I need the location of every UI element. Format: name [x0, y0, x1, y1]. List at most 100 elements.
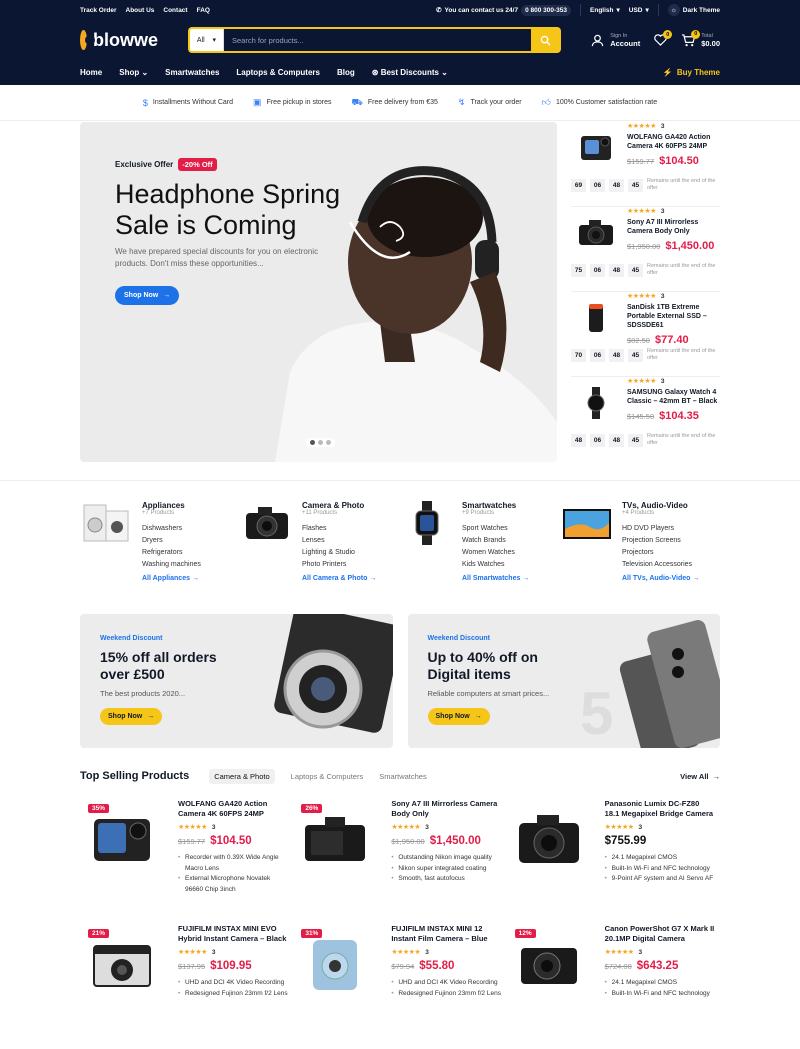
- cart-button[interactable]: 0 Total $0.00: [681, 29, 720, 48]
- wishlist-button[interactable]: 0: [654, 30, 673, 46]
- category-link[interactable]: Dishwashers: [142, 523, 201, 535]
- product-card[interactable]: 21% FUJIFILM INSTAX MINI EVO Hybrid Inst…: [80, 924, 293, 1049]
- product-name[interactable]: Canon PowerShot G7 X Mark II 20.1MP Digi…: [605, 924, 715, 943]
- contact-info: ✆ You can contact us 24/7 0 800 300-353: [436, 4, 572, 16]
- about-us-link[interactable]: About Us: [126, 7, 155, 14]
- product-name[interactable]: FUJIFILM INSTAX MINI 12 Instant Film Cam…: [391, 924, 501, 943]
- category-link[interactable]: Dryers: [142, 535, 201, 547]
- search-input[interactable]: [224, 29, 532, 51]
- currency-select[interactable]: USD ▾: [629, 6, 649, 15]
- user-icon: [592, 34, 604, 46]
- nav-item-home[interactable]: Home: [80, 68, 102, 77]
- product-card[interactable]: 35% WOLFANG GA420 Action Camera 4K 60FPS…: [80, 799, 293, 924]
- smartwatch-image: [415, 501, 439, 545]
- category-link[interactable]: Lighting & Studio: [302, 547, 376, 559]
- deals-sidebar: ★★★★★ 3 WOLFANG GA420 Action Camera 4K 6…: [571, 122, 720, 462]
- banner-shop-now-button[interactable]: Shop Now →: [427, 708, 490, 725]
- product-name[interactable]: Panasonic Lumix DC-FZ80 18.1 Megapixel B…: [605, 799, 715, 818]
- deal-item[interactable]: ★★★★★ 3 WOLFANG GA420 Action Camera 4K 6…: [571, 122, 722, 208]
- arrow-right-icon: →: [522, 575, 530, 582]
- product-card[interactable]: 31% FUJIFILM INSTAX MINI 12 Instant Film…: [293, 924, 506, 1049]
- category-link[interactable]: Watch Brands: [462, 535, 529, 547]
- arrow-right-icon: →: [692, 575, 700, 582]
- feature-item: ⛟ Free delivery from €35: [351, 96, 438, 107]
- phone-number[interactable]: 0 800 300-353: [521, 4, 572, 16]
- all-category-link[interactable]: All Camera & Photo →: [302, 575, 376, 582]
- tab-smartwatches[interactable]: Smartwatches: [379, 772, 427, 781]
- all-category-link[interactable]: All Appliances →: [142, 575, 201, 582]
- all-category-link[interactable]: All Smartwatches →: [462, 575, 529, 582]
- deal-item[interactable]: ★★★★★ 3 SanDisk 1TB Extreme Portable Ext…: [571, 292, 722, 378]
- discount-badge: 26%: [301, 804, 323, 813]
- contact-link[interactable]: Contact: [163, 7, 187, 14]
- nav-item-laptops[interactable]: Laptops & Computers: [236, 68, 320, 77]
- deal-item[interactable]: ★★★★★ 3 Sony A7 III Mirrorless Camera Bo…: [571, 207, 722, 293]
- rating: ★★★★★ 3: [391, 823, 429, 832]
- product-name[interactable]: FUJIFILM INSTAX MINI EVO Hybrid Instant …: [178, 924, 288, 943]
- rating: ★★★★★ 3: [178, 948, 216, 957]
- chevron-down-icon: ▾: [645, 7, 649, 14]
- arrow-right-icon: →: [712, 771, 721, 781]
- category-link[interactable]: Projection Screens: [622, 535, 699, 547]
- chevron-down-icon: ▾: [616, 7, 620, 14]
- arrow-right-icon: →: [369, 575, 377, 582]
- search-icon: [540, 35, 551, 46]
- rating: ★★★★★ 3: [627, 122, 665, 131]
- track-order-link[interactable]: Track Order: [80, 7, 117, 14]
- category-link[interactable]: Photo Printers: [302, 559, 376, 571]
- category-link[interactable]: Television Accessories: [622, 559, 699, 571]
- category-link[interactable]: Washing machines: [142, 559, 201, 571]
- category-camera: Camera & Photo +11 Products Flashes Lens…: [240, 501, 400, 610]
- product-card[interactable]: Panasonic Lumix DC-FZ80 18.1 Megapixel B…: [507, 799, 720, 924]
- account-link[interactable]: Sign In Account: [591, 33, 640, 48]
- product-card[interactable]: 12% Canon PowerShot G7 X Mark II 20.1MP …: [507, 924, 720, 1049]
- product-name[interactable]: Sony A7 III Mirrorless Camera Body Only: [391, 799, 501, 818]
- deal-name[interactable]: Sony A7 III Mirrorless Camera Body Only: [627, 218, 722, 236]
- main-nav: Home Shop ⌄ Smartwatches Laptops & Compu…: [0, 60, 800, 85]
- all-category-link[interactable]: All TVs, Audio-Video →: [622, 575, 699, 582]
- category-link[interactable]: Projectors: [622, 547, 699, 559]
- product-card[interactable]: 26% Sony A7 III Mirrorless Camera Body O…: [293, 799, 506, 924]
- hero-shop-now-button[interactable]: Shop Now →: [115, 286, 180, 305]
- category-link[interactable]: HD DVD Players: [622, 523, 699, 535]
- deal-item[interactable]: ★★★★★ 3 SAMSUNG Galaxy Watch 4 Classic –…: [571, 377, 720, 462]
- deal-name[interactable]: SAMSUNG Galaxy Watch 4 Classic – 42mm BT…: [627, 388, 722, 406]
- nav-item-best-discounts[interactable]: ⊛ Best Discounts ⌄: [372, 68, 448, 77]
- product-name[interactable]: WOLFANG GA420 Action Camera 4K 60FPS 24M…: [178, 799, 288, 818]
- search-button[interactable]: [531, 29, 560, 51]
- tab-laptops[interactable]: Laptops & Computers: [291, 772, 364, 781]
- category-link[interactable]: Lenses: [302, 535, 376, 547]
- banner-shop-now-button[interactable]: Shop Now →: [100, 708, 163, 725]
- action-camera-image: [581, 136, 611, 160]
- view-all-link[interactable]: View All →: [680, 772, 720, 781]
- category-link[interactable]: Refrigerators: [142, 547, 201, 559]
- slider-dots[interactable]: [306, 438, 335, 447]
- promo-banner[interactable]: 5 Weekend Discount Up to 40% off on Digi…: [407, 614, 720, 748]
- tab-camera-photo[interactable]: Camera & Photo: [209, 768, 275, 784]
- logo[interactable]: blowwe: [80, 30, 158, 51]
- portable-ssd-image: [589, 304, 603, 333]
- search-category-select[interactable]: All ▾: [190, 29, 224, 51]
- buy-theme-link[interactable]: ⚡ Buy Theme: [663, 68, 720, 77]
- cart-count-badge: 0: [691, 29, 701, 39]
- deal-name[interactable]: SanDisk 1TB Extreme Portable External SS…: [627, 303, 722, 330]
- nav-item-shop[interactable]: Shop ⌄: [119, 68, 148, 77]
- faq-link[interactable]: FAQ: [197, 7, 210, 14]
- category-link[interactable]: Flashes: [302, 523, 376, 535]
- svg-text:5: 5: [580, 680, 613, 747]
- feature-item: 👍︎ 100% Customer satisfaction rate: [541, 97, 658, 107]
- divider: [580, 4, 582, 16]
- language-select[interactable]: English ▾: [590, 6, 620, 15]
- category-link[interactable]: Women Watches: [462, 547, 529, 559]
- promo-banner[interactable]: Weekend Discount 15% off all orders over…: [80, 614, 393, 748]
- category-link[interactable]: Kids Watches: [462, 559, 529, 571]
- rating: ★★★★★ 3: [178, 823, 216, 832]
- theme-toggle[interactable]: ☼ Dark Theme: [667, 4, 720, 16]
- nav-item-blog[interactable]: Blog: [337, 68, 355, 77]
- discount-tag: -20% Off: [178, 158, 217, 171]
- nav-item-smartwatches[interactable]: Smartwatches: [165, 68, 219, 77]
- deal-name[interactable]: WOLFANG GA420 Action Camera 4K 60FPS 24M…: [627, 133, 722, 151]
- vintage-camera-image: [273, 614, 393, 733]
- tv-image: [563, 509, 611, 539]
- category-link[interactable]: Sport Watches: [462, 523, 529, 535]
